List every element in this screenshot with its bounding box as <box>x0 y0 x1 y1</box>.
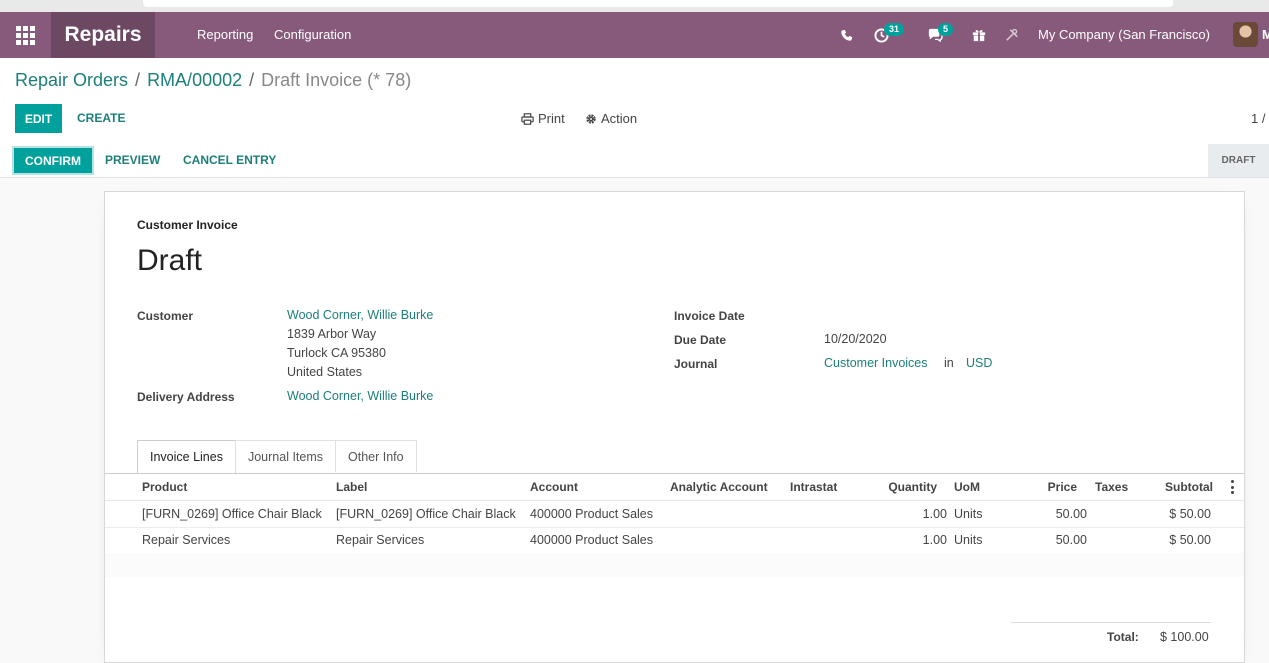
browser-address-bar[interactable] <box>143 0 1173 7</box>
cell-quantity: 1.00 <box>922 533 947 547</box>
invoice-date-label: Invoice Date <box>674 309 745 323</box>
column-analytic-account[interactable]: Analytic Account <box>670 474 768 500</box>
customer-address-line: United States <box>287 365 363 379</box>
cell-subtotal: $ 50.00 <box>1169 507 1211 521</box>
column-intrastat[interactable]: Intrastat <box>790 474 837 500</box>
tab-journal-items[interactable]: Journal Items <box>234 440 336 472</box>
due-date-value: 10/20/2020 <box>824 332 887 346</box>
control-panel: Repair Orders / RMA/00002 / Draft Invoice (*… <box>0 58 1269 145</box>
user-avatar[interactable] <box>1233 22 1258 47</box>
status-bar: CONFIRM PREVIEW CANCEL ENTRY DRAFT <box>0 144 1269 178</box>
journal-link[interactable]: Customer Invoices <box>824 356 928 370</box>
tab-invoice-lines[interactable]: Invoice Lines <box>137 440 236 473</box>
cell-account: 400000 Product Sales <box>530 507 654 521</box>
cell-uom: Units <box>954 533 983 547</box>
column-price[interactable]: Price <box>997 474 1077 500</box>
currency-link[interactable]: USD <box>966 356 992 370</box>
breadcrumb-separator: / <box>249 70 255 90</box>
cell-product: [FURN_0269] Office Chair Black <box>142 507 322 521</box>
app-brand[interactable]: Repairs <box>51 12 155 58</box>
invoice-sheet: Customer Invoice Draft Customer Wood Cor… <box>104 191 1245 663</box>
menu-configuration[interactable]: Configuration <box>274 12 351 58</box>
table-row[interactable]: [FURN_0269] Office Chair Black [FURN_026… <box>105 501 1244 528</box>
cell-price: 50.00 <box>1055 533 1087 547</box>
phone-icon[interactable] <box>838 12 854 58</box>
column-subtotal[interactable]: Subtotal <box>1133 474 1213 500</box>
delivery-address-link[interactable]: Wood Corner, Willie Burke <box>287 389 433 403</box>
total-value: $ 100.00 <box>1160 630 1209 644</box>
customer-address-line: 1839 Arbor Way <box>287 327 377 341</box>
column-uom[interactable]: UoM <box>954 474 980 500</box>
cell-subtotal: $ 50.00 <box>1169 533 1211 547</box>
customer-label: Customer <box>137 309 194 323</box>
confirm-button[interactable]: CONFIRM <box>14 148 92 173</box>
main-navbar: Repairs Reporting Configuration 31 5 My … <box>0 12 1269 58</box>
cell-product: Repair Services <box>142 533 231 547</box>
company-switcher[interactable]: My Company (San Francisco) <box>1038 12 1210 58</box>
print-label: Print <box>538 111 565 126</box>
debug-tools-icon[interactable] <box>1004 12 1020 58</box>
breadcrumb-current: Draft Invoice (* 78) <box>261 70 412 90</box>
cell-price: 50.00 <box>1055 507 1087 521</box>
due-date-label: Due Date <box>674 333 727 347</box>
status-draft-badge: DRAFT <box>1208 144 1269 177</box>
document-state-title: Draft <box>137 244 203 277</box>
cell-account: 400000 Product Sales <box>530 533 654 547</box>
pager-value[interactable]: 1 / <box>1251 104 1265 133</box>
customer-address-line: Turlock CA 95380 <box>287 346 386 360</box>
cell-label: [FURN_0269] Office Chair Black <box>336 507 516 521</box>
delivery-address-label: Delivery Address <box>137 390 235 404</box>
journal-in-text: in <box>944 356 954 370</box>
messages-count-badge: 5 <box>938 23 954 36</box>
column-label[interactable]: Label <box>336 474 367 500</box>
action-menu[interactable]: Action <box>585 104 637 133</box>
action-label: Action <box>601 111 638 126</box>
empty-grid-row <box>105 553 1244 577</box>
apps-grid-icon <box>15 25 35 45</box>
create-button[interactable]: CREATE <box>77 104 125 133</box>
column-product[interactable]: Product <box>142 474 187 500</box>
menu-reporting[interactable]: Reporting <box>197 12 253 58</box>
total-divider <box>1011 622 1211 623</box>
table-row[interactable]: Repair Services Repair Services 400000 P… <box>105 527 1244 554</box>
gift-icon[interactable] <box>971 12 987 58</box>
activity-count-badge: 31 <box>884 23 905 36</box>
invoice-lines-header: Product Label Account Analytic Account I… <box>105 474 1244 501</box>
total-label: Total: <box>1107 630 1139 644</box>
browser-top-strip <box>0 0 1269 12</box>
edit-button[interactable]: EDIT <box>15 104 62 133</box>
column-account[interactable]: Account <box>530 474 578 500</box>
cancel-entry-button[interactable]: CANCEL ENTRY <box>183 148 276 173</box>
breadcrumb-rma[interactable]: RMA/00002 <box>147 70 242 90</box>
preview-button[interactable]: PREVIEW <box>105 148 160 173</box>
document-type: Customer Invoice <box>137 218 238 232</box>
user-menu-label[interactable]: M <box>1262 12 1269 58</box>
column-quantity[interactable]: Quantity <box>857 474 937 500</box>
print-menu[interactable]: Print <box>521 104 565 133</box>
breadcrumb: Repair Orders / RMA/00002 / Draft Invoice (*… <box>15 70 411 91</box>
optional-columns-icon[interactable] <box>1231 480 1235 494</box>
cell-quantity: 1.00 <box>922 507 947 521</box>
notebook-tabs: Invoice Lines Journal Items Other Info <box>137 440 417 473</box>
tab-other-info[interactable]: Other Info <box>335 440 417 472</box>
breadcrumb-separator: / <box>135 70 141 90</box>
breadcrumb-repair-orders[interactable]: Repair Orders <box>15 70 128 90</box>
print-icon <box>521 112 534 125</box>
customer-link[interactable]: Wood Corner, Willie Burke <box>287 308 433 322</box>
cell-label: Repair Services <box>336 533 425 547</box>
apps-menu-button[interactable] <box>0 12 50 58</box>
column-taxes[interactable]: Taxes <box>1095 474 1128 500</box>
gear-icon <box>586 113 596 124</box>
journal-label: Journal <box>674 357 718 371</box>
cell-uom: Units <box>954 507 983 521</box>
